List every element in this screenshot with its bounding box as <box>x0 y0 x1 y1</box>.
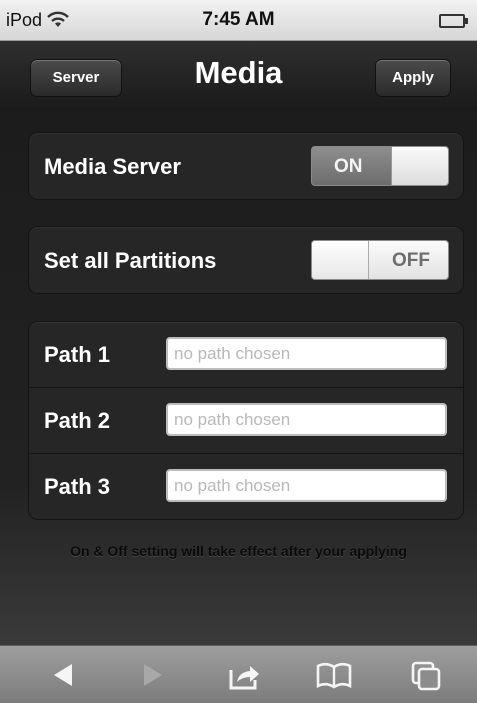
share-icon[interactable] <box>224 656 264 694</box>
path-3-input[interactable] <box>166 469 447 502</box>
pages-icon[interactable] <box>406 656 446 694</box>
settings-content: Media Server ON Set all Partitions OFF P… <box>0 111 477 645</box>
path-row: Path 2 <box>29 387 463 453</box>
media-server-label: Media Server <box>44 154 181 179</box>
media-server-group: Media Server ON <box>28 132 464 200</box>
set-all-partitions-row: Set all Partitions OFF <box>29 227 463 293</box>
path-label: Path 1 <box>44 342 111 367</box>
set-all-partitions-label: Set all Partitions <box>44 248 217 273</box>
path-label: Path 3 <box>44 474 111 499</box>
media-server-toggle[interactable]: ON <box>311 146 449 186</box>
set-all-partitions-toggle[interactable]: OFF <box>311 240 449 280</box>
clock: 7:45 AM <box>202 9 275 30</box>
browser-toolbar <box>0 645 477 703</box>
paths-group: Path 1 Path 2 Path 3 <box>28 321 464 520</box>
toggle-state-text: ON <box>334 156 363 177</box>
toggle-state-text: OFF <box>392 250 430 271</box>
back-arrow-icon[interactable] <box>44 656 84 694</box>
path-row: Path 1 <box>29 322 463 387</box>
path-label: Path 2 <box>44 408 111 433</box>
path-row: Path 3 <box>29 453 463 519</box>
navigation-bar: Server Media Apply <box>0 41 477 111</box>
path-1-input[interactable] <box>166 337 447 370</box>
forward-arrow-icon[interactable] <box>132 656 172 694</box>
apply-button[interactable]: Apply <box>375 59 451 97</box>
partitions-group: Set all Partitions OFF <box>28 226 464 294</box>
media-server-row: Media Server ON <box>29 133 463 199</box>
apply-note: On & Off setting will take effect after … <box>70 543 407 559</box>
status-bar: iPod 7:45 AM <box>0 0 477 41</box>
bookmarks-icon[interactable] <box>314 656 354 694</box>
path-2-input[interactable] <box>166 403 447 436</box>
toggle-knob <box>391 147 448 185</box>
battery-icon <box>439 14 468 28</box>
toggle-knob <box>312 241 369 279</box>
